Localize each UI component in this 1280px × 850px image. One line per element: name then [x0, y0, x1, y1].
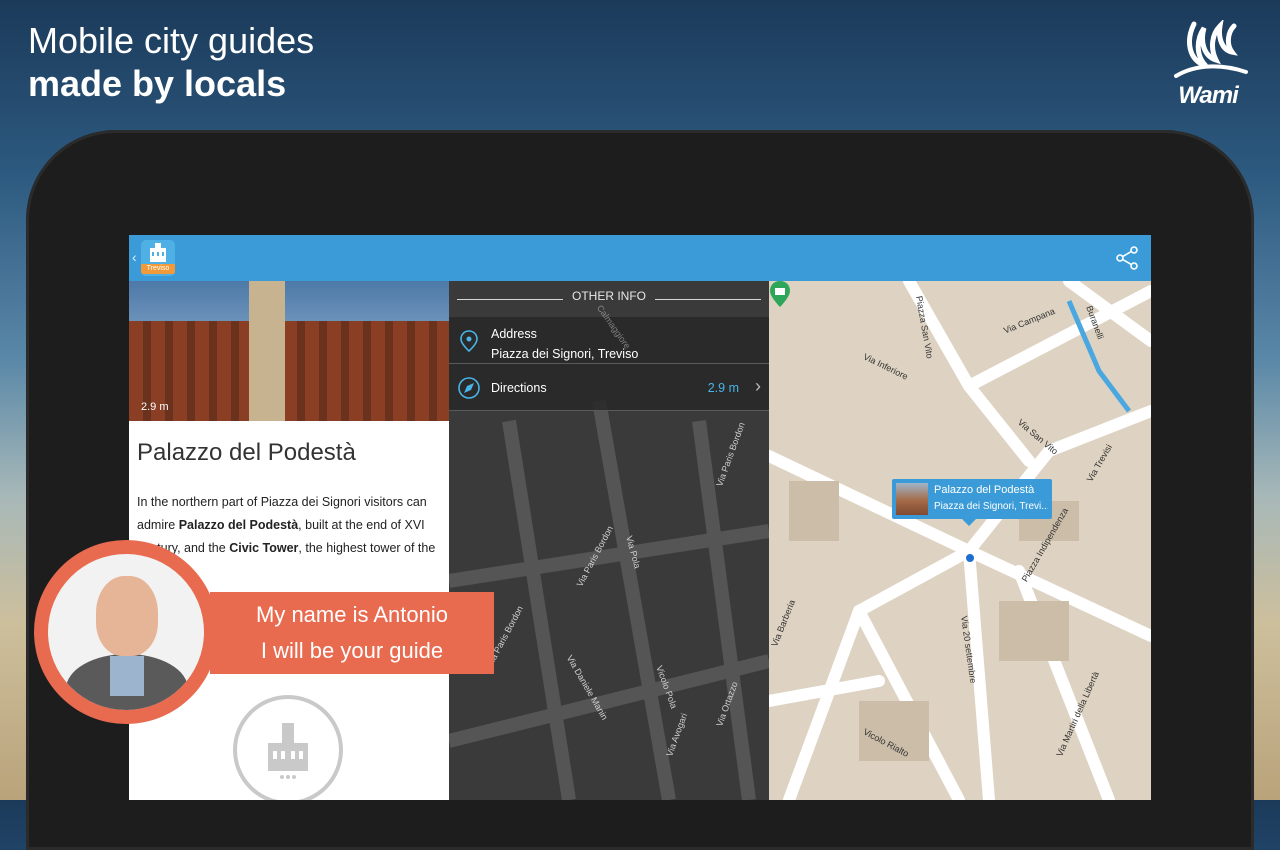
- poi-title: Palazzo del Podestà: [137, 439, 356, 466]
- promo-headline: Mobile city guides made by locals: [28, 20, 314, 106]
- desc-text-3: , the highest tower of the: [298, 541, 436, 555]
- desc-bold-2: Civic Tower: [229, 541, 299, 555]
- headline-line-1: Mobile city guides: [28, 20, 315, 61]
- poi-description: In the northern part of Piazza dei Signo…: [137, 491, 443, 560]
- compass-icon: [458, 377, 480, 399]
- map-roads: [769, 281, 1151, 800]
- wami-logo: Wami: [1166, 20, 1250, 114]
- city-home-button[interactable]: Treviso: [141, 240, 175, 276]
- monument-placeholder-icon: [233, 695, 343, 800]
- guide-line-2: I will be your guide: [260, 638, 444, 663]
- directions-distance: 2.9 m: [707, 381, 739, 395]
- poi-photo[interactable]: 2.9 m: [129, 281, 449, 421]
- city-map[interactable]: Piazza San Vito Via Campana Buranelli Vi…: [769, 281, 1151, 800]
- app-screen: ‹ Treviso 2.9 m Palazzo del Podestà In t…: [129, 235, 1151, 800]
- current-location-dot: [965, 553, 975, 563]
- callout-thumbnail: [896, 483, 928, 515]
- guide-face: [96, 576, 158, 656]
- photo-distance: 2.9 m: [141, 401, 169, 413]
- share-icon[interactable]: [1115, 246, 1139, 270]
- address-value: Piazza dei Signori, Treviso: [491, 347, 639, 361]
- headline-line-2: made by locals: [28, 63, 287, 104]
- map-pin-icon[interactable]: [769, 281, 791, 307]
- guide-intro-banner: My name is Antonio I will be your guide: [210, 592, 494, 674]
- guide-photo-inner: [48, 554, 204, 710]
- desc-bold-1: Palazzo del Podestà: [178, 518, 299, 532]
- guide-shirt: [110, 656, 144, 696]
- city-tag: Treviso: [141, 264, 175, 274]
- app-bar: ‹ Treviso: [129, 235, 1151, 281]
- bird-logo-icon: [1174, 20, 1248, 78]
- poi-detail-panel: 2.9 m Palazzo del Podestà In the norther…: [129, 281, 449, 800]
- directions-label: Directions: [491, 381, 547, 395]
- city-building-icon: [150, 243, 166, 262]
- directions-row[interactable]: Directions 2.9 m ›: [449, 364, 769, 411]
- other-info-panel: OTHER INFO Address Piazza dei Signori, T…: [449, 281, 769, 800]
- guide-avatar: [34, 540, 218, 724]
- callout-subtitle: Piazza dei Signori, Trevi...: [934, 501, 1048, 512]
- address-label: Address: [491, 327, 537, 341]
- other-info-heading: OTHER INFO: [449, 289, 769, 311]
- guide-line-1: My name is Antonio: [256, 602, 448, 627]
- civic-tower: [249, 281, 285, 421]
- location-pin-icon: [460, 330, 478, 353]
- building-facade: [129, 321, 449, 421]
- callout-title: Palazzo del Podestà: [934, 484, 1035, 496]
- brand-name: Wami: [1178, 82, 1239, 109]
- chevron-right-icon: ›: [755, 376, 761, 396]
- back-chevron-icon[interactable]: ‹: [132, 249, 137, 265]
- poi-map-callout[interactable]: Palazzo del Podestà Piazza dei Signori, …: [892, 479, 1052, 526]
